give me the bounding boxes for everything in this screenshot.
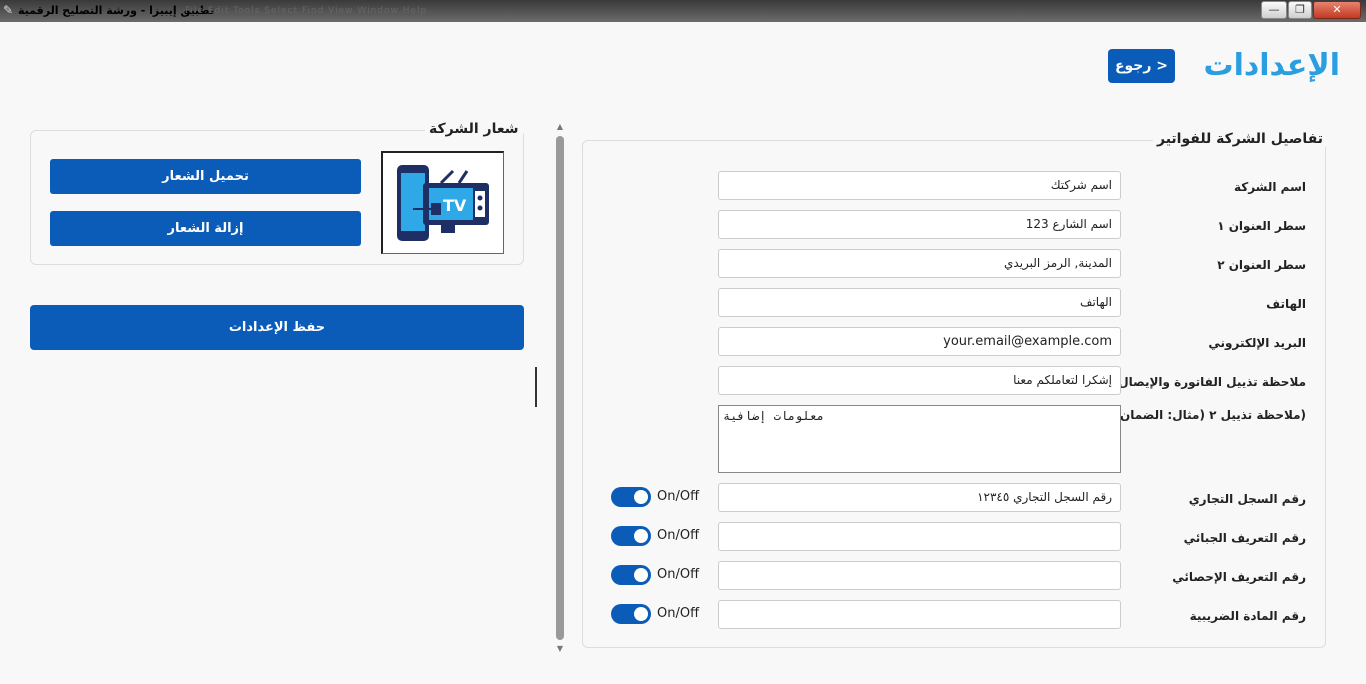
logo-section-title: شعار الشركة — [425, 121, 523, 137]
toggle-switch[interactable] — [611, 565, 651, 585]
commercial-register-toggle[interactable]: On/Off — [611, 487, 711, 507]
footer-note-input[interactable]: إشكرا لتعاملكم معنا — [718, 366, 1121, 395]
field-row-address-1: سطر العنوان ١ اسم الشارع 123 — [0, 210, 1366, 240]
field-label: سطر العنوان ١ — [1217, 219, 1306, 233]
field-row-phone: الهاتف الهاتف — [0, 288, 1366, 318]
address-line-1-input[interactable]: اسم الشارع 123 — [718, 210, 1121, 239]
toggle-knob — [634, 568, 648, 582]
page-title: الإعدادات — [1203, 48, 1340, 83]
tax-article-input[interactable] — [718, 600, 1121, 629]
field-label: رقم المادة الضريبية — [1189, 609, 1306, 623]
toggle-label: On/Off — [657, 528, 700, 543]
company-name-input[interactable]: اسم شركتك — [718, 171, 1121, 200]
field-row-address-2: سطر العنوان ٢ المدينة, الرمز البريدي — [0, 249, 1366, 279]
statistical-id-input[interactable] — [718, 561, 1121, 590]
tax-id-toggle[interactable]: On/Off — [611, 526, 711, 546]
field-label: (ملاحظة تذييل ٢ (مثال: الضمان — [1119, 408, 1306, 422]
ghost-menu: File Edit Tools Select Find View Window … — [185, 6, 428, 16]
field-label: رقم التعريف الجبائي — [1183, 531, 1306, 545]
field-row-footer-note: ملاحظة تذييل الفاتورة والإيصال إشكرا لتع… — [0, 366, 1366, 396]
field-row-email: البريد الإلكتروني your.email@example.com — [0, 327, 1366, 357]
toggle-label: On/Off — [657, 489, 700, 504]
scroll-up-icon[interactable]: ▲ — [555, 122, 565, 132]
company-section-title: تفاصيل الشركة للفواتير — [1153, 131, 1328, 147]
field-label: الهاتف — [1266, 297, 1306, 311]
field-label: سطر العنوان ٢ — [1217, 258, 1306, 272]
toggle-knob — [634, 607, 648, 621]
toggle-switch[interactable] — [611, 526, 651, 546]
toggle-label: On/Off — [657, 606, 700, 621]
toggle-knob — [634, 490, 648, 504]
field-row-footer-note-2: (ملاحظة تذييل ٢ (مثال: الضمان — [0, 405, 1366, 435]
toggle-switch[interactable] — [611, 604, 651, 624]
field-label: رقم التعريف الإحصائي — [1172, 570, 1306, 584]
commercial-register-input[interactable]: رقم السجل التجاري ١٢٣٤٥ — [718, 483, 1121, 512]
toggle-knob — [634, 529, 648, 543]
maximize-button[interactable]: ❐ — [1288, 1, 1312, 19]
app-feather-icon: ✎ — [3, 3, 14, 17]
toggle-switch[interactable] — [611, 487, 651, 507]
close-button[interactable]: ✕ — [1313, 1, 1361, 19]
title-bar: ✎ تطبيق إيبيزا - ورشة التصليح الرقمية Fi… — [0, 0, 1366, 22]
email-input[interactable]: your.email@example.com — [718, 327, 1121, 356]
toggle-label: On/Off — [657, 567, 700, 582]
address-line-2-input[interactable]: المدينة, الرمز البريدي — [718, 249, 1121, 278]
field-label: البريد الإلكتروني — [1208, 336, 1306, 350]
back-button[interactable]: < رجوع — [1108, 49, 1175, 83]
statistical-id-toggle[interactable]: On/Off — [611, 565, 711, 585]
tax-id-input[interactable] — [718, 522, 1121, 551]
phone-input[interactable]: الهاتف — [718, 288, 1121, 317]
minimize-button[interactable]: — — [1261, 1, 1287, 19]
field-label: اسم الشركة — [1233, 180, 1306, 194]
field-label: ملاحظة تذييل الفاتورة والإيصال — [1118, 375, 1306, 389]
field-label: رقم السجل التجاري — [1188, 492, 1306, 506]
footer-note-2-textarea[interactable]: معلومات إضافية — [718, 405, 1121, 473]
field-row-company-name: اسم الشركة اسم شركتك — [0, 171, 1366, 201]
scroll-down-icon[interactable]: ▼ — [555, 644, 565, 654]
tax-article-toggle[interactable]: On/Off — [611, 604, 711, 624]
